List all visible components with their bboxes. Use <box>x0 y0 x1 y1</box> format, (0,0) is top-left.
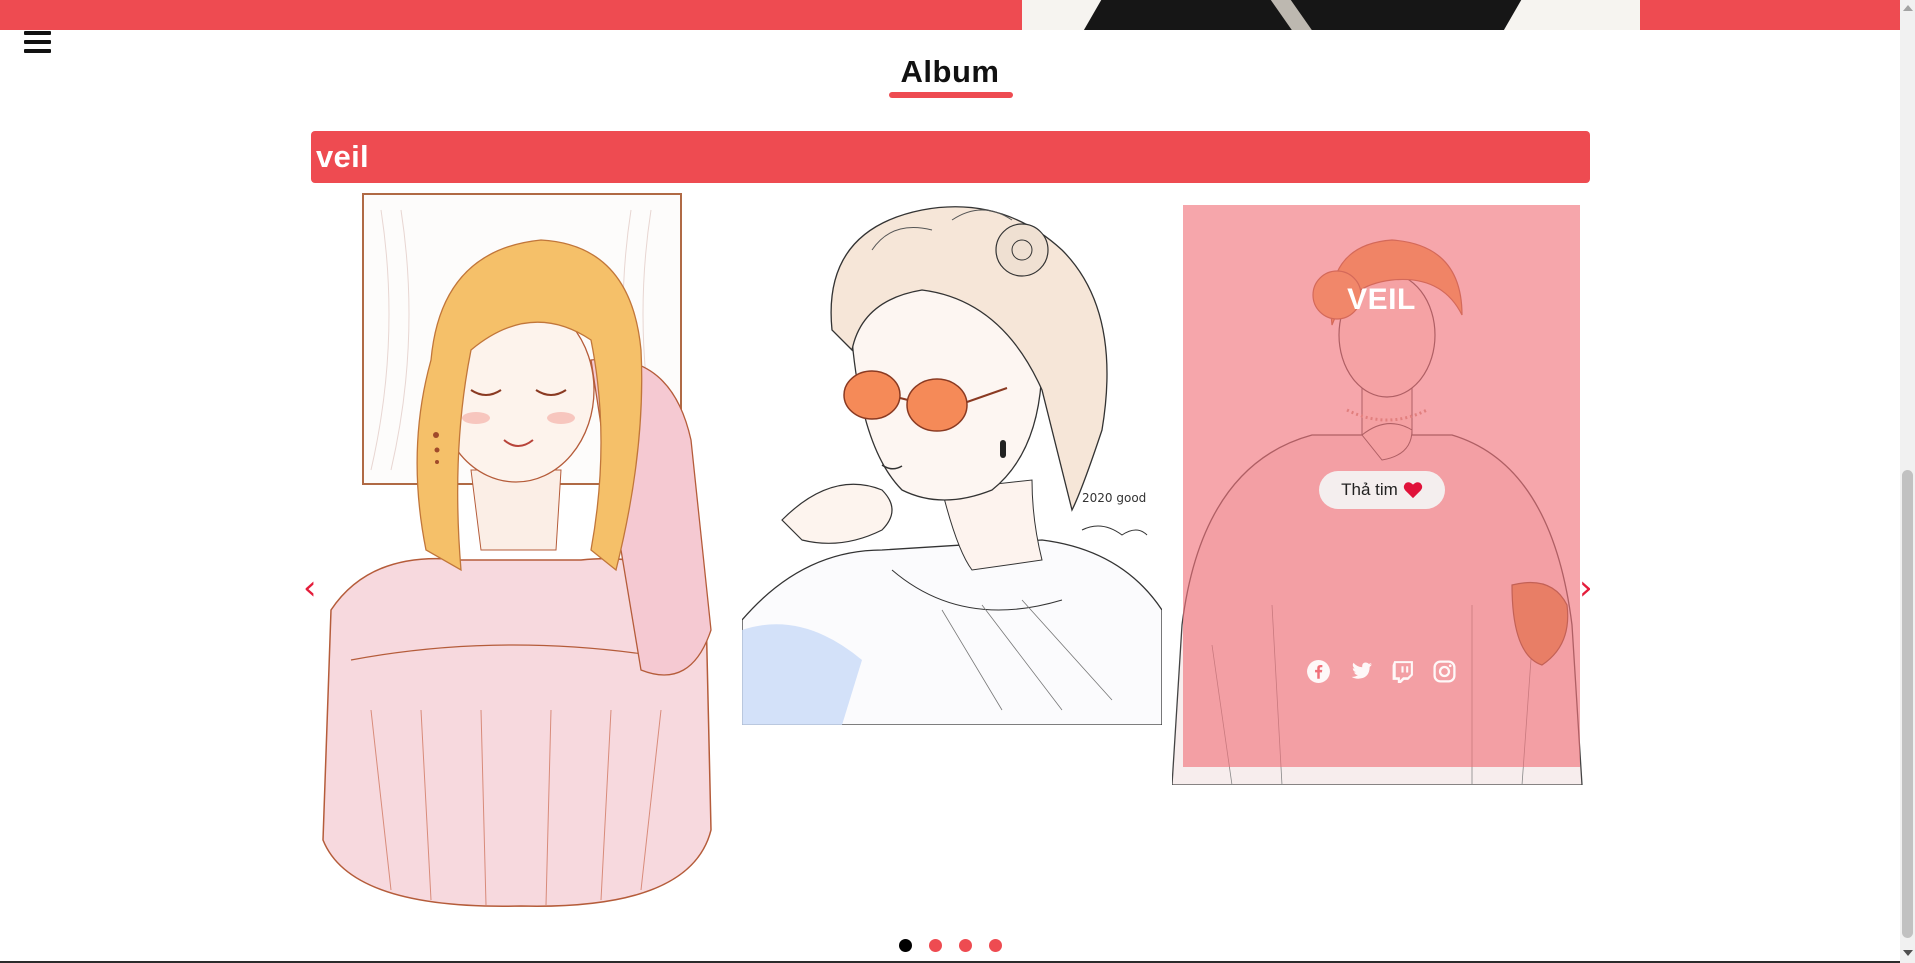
pagination-dot-1[interactable] <box>899 939 912 952</box>
menu-line <box>24 49 51 53</box>
hamburger-menu-icon[interactable] <box>24 30 51 54</box>
menu-line <box>24 31 51 35</box>
album-carousel: 2020 good VEIL Thả tim ‹ › <box>303 183 1593 923</box>
scroll-up-arrow-icon[interactable] <box>1903 5 1913 11</box>
like-label: Thả tim <box>1341 480 1398 499</box>
social-links <box>1183 659 1580 684</box>
album-header-bar: veil <box>311 131 1590 183</box>
slide-girl-sunglasses[interactable]: 2020 good <box>742 190 1162 725</box>
pagination-dot-3[interactable] <box>959 939 972 952</box>
artwork-signature: 2020 good <box>1082 491 1146 505</box>
scroll-down-arrow-icon[interactable] <box>1903 950 1913 956</box>
album-card-overlay: VEIL Thả tim <box>1183 205 1580 767</box>
heart-icon <box>1403 482 1423 499</box>
section-title: Album <box>900 54 1000 89</box>
card-title: VEIL <box>1347 283 1416 316</box>
title-underline <box>889 92 1013 98</box>
top-banner-image <box>1022 0 1640 30</box>
album-name: veil <box>316 139 369 174</box>
scrollbar-thumb[interactable] <box>1902 470 1913 938</box>
twitch-icon[interactable] <box>1390 659 1415 684</box>
album-page: Album veil 2020 good VEIL Thả tim ‹ › <box>0 0 1915 963</box>
carousel-next-arrow[interactable]: › <box>1579 571 1593 605</box>
slide-girl-fur-coat[interactable]: VEIL Thả tim <box>1172 205 1590 785</box>
illustration-girl-pink-top <box>322 193 712 907</box>
slide-girl-pink-top[interactable] <box>311 190 726 910</box>
menu-line <box>24 40 51 44</box>
twitter-icon[interactable] <box>1348 659 1373 684</box>
like-button[interactable]: Thả tim <box>1319 471 1445 509</box>
pagination-dot-2[interactable] <box>929 939 942 952</box>
carousel-prev-arrow[interactable]: ‹ <box>303 571 317 605</box>
instagram-icon[interactable] <box>1432 659 1457 684</box>
illustration-girl-sunglasses: 2020 good <box>742 190 1162 725</box>
carousel-pagination <box>899 939 1002 952</box>
facebook-icon[interactable] <box>1306 659 1331 684</box>
vertical-scrollbar[interactable] <box>1900 0 1915 963</box>
pagination-dot-4[interactable] <box>989 939 1002 952</box>
